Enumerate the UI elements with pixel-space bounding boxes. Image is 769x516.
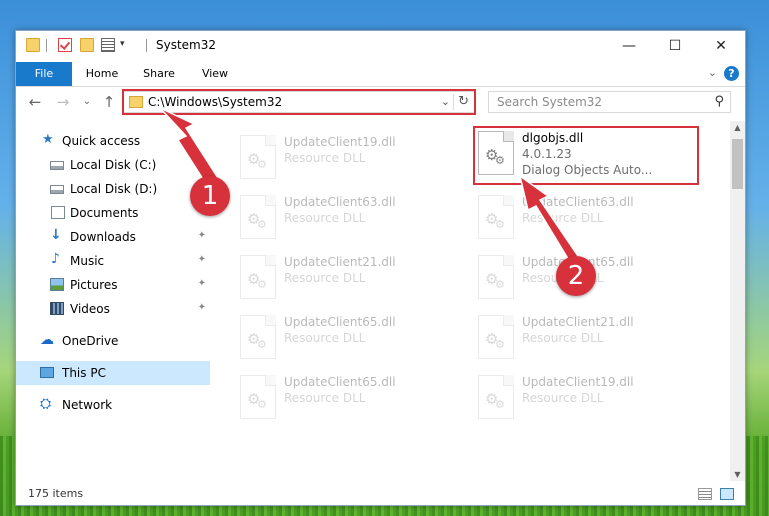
- step-1-badge: 1: [190, 176, 230, 216]
- arrow-2: [518, 174, 580, 264]
- annotation-arrows: [159, 107, 580, 264]
- step-2-badge: 2: [556, 256, 596, 296]
